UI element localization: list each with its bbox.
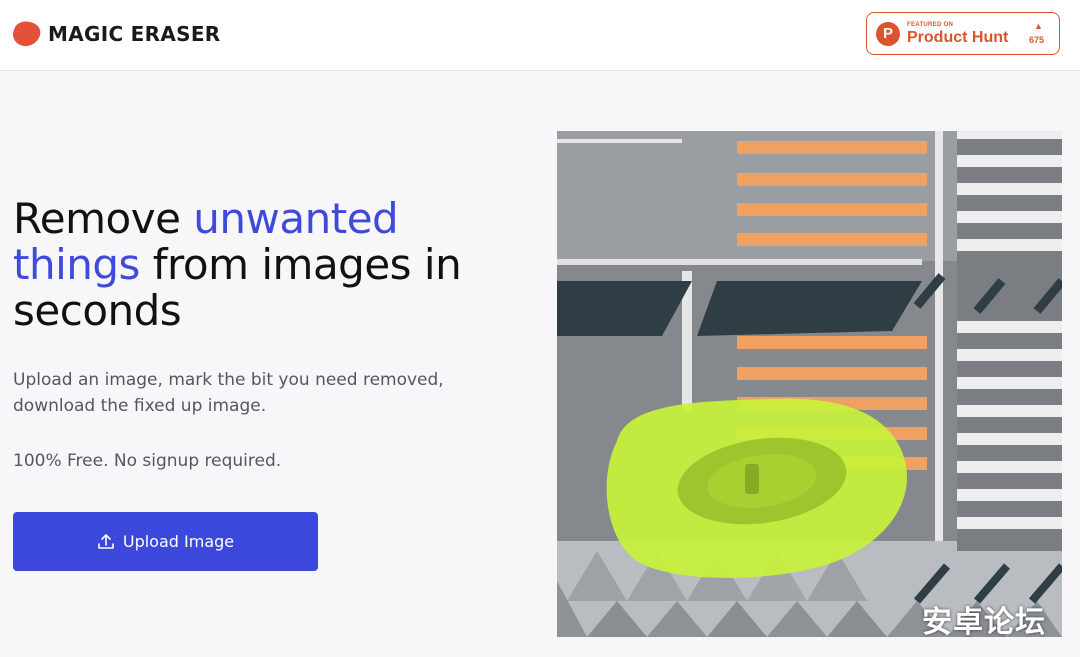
upvote-arrow-icon: ▲	[1034, 21, 1043, 31]
product-hunt-icon: P	[876, 22, 900, 46]
blob-logo-icon	[13, 21, 41, 47]
upvote-count: 675	[1029, 35, 1045, 45]
page-headline: Remove unwanted things from images in se…	[13, 196, 533, 334]
site-header: MAGIC ERASER P FEATURED ON Product Hunt …	[0, 0, 1080, 71]
upload-button-label: Upload Image	[122, 532, 235, 551]
product-hunt-featured-label: FEATURED ON	[907, 22, 954, 28]
brand-logo[interactable]: MAGIC ERASER	[12, 20, 221, 48]
crosswalk-aerial-photo	[557, 131, 1062, 637]
product-hunt-name: Product Hunt	[907, 29, 1009, 46]
forum-watermark: 安卓论坛	[922, 605, 1046, 640]
headline-part-1: Remove	[13, 194, 194, 243]
pricing-note: 100% Free. No signup required.	[13, 451, 282, 471]
product-hunt-badge[interactable]: P FEATURED ON Product Hunt ▲ 675	[866, 12, 1060, 55]
hero-description: Upload an image, mark the bit you need r…	[13, 370, 444, 416]
example-image	[557, 131, 1062, 637]
upload-image-button[interactable]: Upload Image	[13, 512, 318, 571]
brand-name: MAGIC ERASER	[48, 22, 221, 46]
upload-icon	[98, 533, 114, 549]
